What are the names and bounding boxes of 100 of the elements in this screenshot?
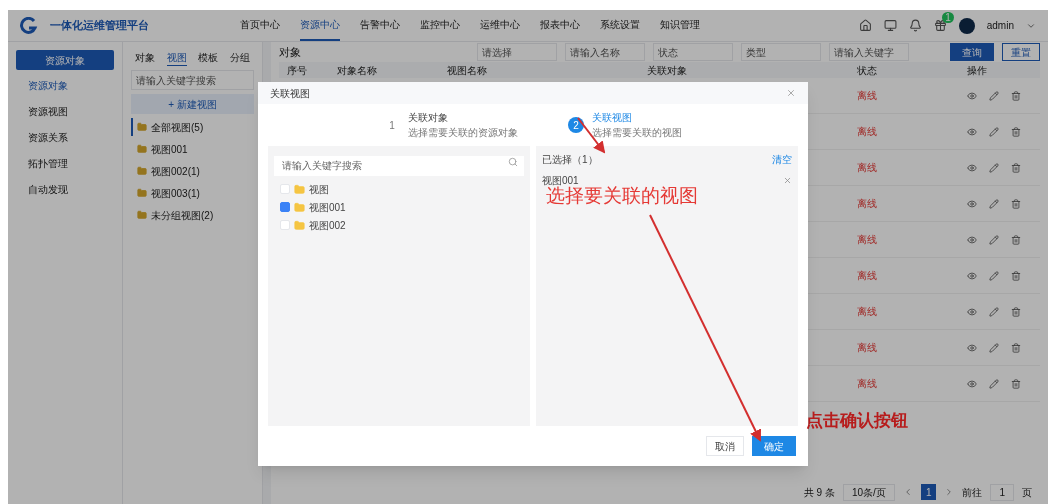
goto-field[interactable]: 1: [990, 483, 1014, 501]
confirm-button[interactable]: 确定: [752, 436, 796, 456]
panel-tab[interactable]: 视图: [166, 50, 187, 66]
search-field[interactable]: 请输入关键字搜索: [131, 70, 254, 90]
filter-field[interactable]: 请选择: [477, 43, 557, 61]
edit-icon[interactable]: [989, 90, 999, 101]
view-icon[interactable]: [967, 378, 977, 389]
folder-icon: [137, 166, 147, 176]
view-icon[interactable]: [967, 270, 977, 281]
status-cell-text: 离线: [856, 305, 878, 319]
nav-tab[interactable]: 告警中心: [360, 10, 400, 41]
screen-icon[interactable]: [883, 19, 897, 32]
edit-icon[interactable]: [989, 270, 999, 281]
view-icon[interactable]: [967, 234, 977, 245]
delete-icon[interactable]: [1011, 270, 1021, 281]
view-icon[interactable]: [967, 198, 977, 209]
view-icon[interactable]: [967, 342, 977, 353]
view-icon[interactable]: [967, 90, 977, 101]
nav-tab[interactable]: 报表中心: [540, 10, 580, 41]
step-title: 关联对象: [408, 111, 449, 125]
gift-icon[interactable]: [933, 19, 947, 32]
step-description: 选择需要关联的视图: [592, 126, 682, 140]
nav-tab[interactable]: 知识管理: [660, 10, 700, 41]
user-name[interactable]: admin: [986, 18, 1014, 33]
tree-item[interactable]: 视图: [309, 181, 329, 197]
delete-icon[interactable]: [1011, 378, 1021, 389]
sidebar-item[interactable]: 资源关系: [16, 126, 114, 148]
delete-icon[interactable]: [1011, 126, 1021, 137]
cancel-button[interactable]: 取消: [706, 436, 744, 456]
view-list-item[interactable]: 视图002(1): [131, 162, 254, 180]
home-icon[interactable]: [858, 19, 872, 32]
view-icon[interactable]: [967, 306, 977, 317]
view-icon[interactable]: [967, 126, 977, 137]
delete-icon[interactable]: [1011, 198, 1021, 209]
edit-icon[interactable]: [989, 234, 999, 245]
close-icon[interactable]: [786, 88, 796, 98]
nav-tab[interactable]: 系统设置: [600, 10, 640, 41]
delete-icon[interactable]: [1011, 90, 1021, 101]
folder-icon: [137, 144, 147, 154]
total-count: 共 9 条: [803, 485, 835, 500]
annotation-text: 选择要关联的视图: [546, 186, 698, 205]
view-list-item[interactable]: 全部视图(5): [131, 118, 254, 136]
delete-icon[interactable]: [1011, 234, 1021, 245]
logo-icon: [20, 16, 38, 35]
annotation-text: 点击确认按钮: [806, 412, 908, 429]
delete-icon[interactable]: [1011, 162, 1021, 173]
filter-field[interactable]: 类型: [741, 43, 821, 61]
tree-item[interactable]: 视图001: [309, 199, 346, 215]
filter-field[interactable]: 状态: [653, 43, 733, 61]
column-header: 对象名称: [336, 63, 378, 78]
sidebar-item[interactable]: 资源对象: [16, 74, 114, 96]
page-title: 对象: [279, 44, 302, 60]
filter-field[interactable]: 请输入关键字: [829, 43, 909, 61]
folder-icon: [294, 219, 305, 231]
status-cell-text: 离线: [856, 125, 878, 139]
nav-tab[interactable]: 运维中心: [480, 10, 520, 41]
view-list-item[interactable]: 视图003(1): [131, 184, 254, 202]
remove-icon[interactable]: [783, 176, 792, 185]
primary-button[interactable]: 资源对象: [16, 50, 114, 70]
clear-link[interactable]: 清空: [772, 152, 792, 167]
delete-icon[interactable]: [1011, 342, 1021, 353]
status-cell-text: 离线: [856, 341, 878, 355]
checkbox[interactable]: [280, 202, 290, 212]
tree-item[interactable]: 视图002: [309, 217, 346, 233]
status-cell-text: 离线: [856, 377, 878, 391]
view-list-item[interactable]: 视图001: [131, 140, 254, 158]
edit-icon[interactable]: [989, 378, 999, 389]
sidebar-item[interactable]: 自动发现: [16, 178, 114, 200]
edit-icon[interactable]: [989, 126, 999, 137]
folder-icon: [294, 201, 305, 213]
page-size-select[interactable]: 10条/页: [842, 483, 895, 501]
page-button[interactable]: 1: [920, 484, 937, 500]
notification-badge: 1: [942, 12, 954, 23]
folder-icon: [137, 188, 147, 198]
new-view-button[interactable]: + 新建视图: [131, 94, 254, 114]
dialog-title: 关联视图: [270, 86, 310, 101]
panel-tab[interactable]: 分组: [229, 50, 250, 66]
edit-icon[interactable]: [989, 342, 999, 353]
search-icon[interactable]: [508, 157, 518, 167]
search-button[interactable]: 查询: [950, 43, 994, 61]
sidebar-item[interactable]: 资源视图: [16, 100, 114, 122]
tree-search-field[interactable]: 请输入关键字搜索: [274, 155, 524, 176]
edit-icon[interactable]: [989, 306, 999, 317]
avatar[interactable]: [958, 17, 975, 34]
filter-field[interactable]: 请输入名称: [565, 43, 645, 61]
delete-icon[interactable]: [1011, 306, 1021, 317]
sidebar-item[interactable]: 拓扑管理: [16, 152, 114, 174]
panel-tab[interactable]: 模板: [198, 50, 219, 66]
folder-icon: [137, 210, 147, 220]
edit-icon[interactable]: [989, 198, 999, 209]
step-description: 选择需要关联的资源对象: [408, 126, 518, 140]
panel-tab[interactable]: 对象: [135, 50, 155, 66]
reset-button[interactable]: 重置: [1002, 43, 1040, 61]
bell-icon[interactable]: [908, 19, 922, 32]
view-list-item[interactable]: 未分组视图(2): [131, 206, 254, 224]
edit-icon[interactable]: [989, 162, 999, 173]
nav-tab[interactable]: 首页中心: [240, 10, 280, 41]
view-icon[interactable]: [967, 162, 977, 173]
status-cell-text: 离线: [856, 161, 878, 175]
nav-tab[interactable]: 监控中心: [420, 10, 460, 41]
